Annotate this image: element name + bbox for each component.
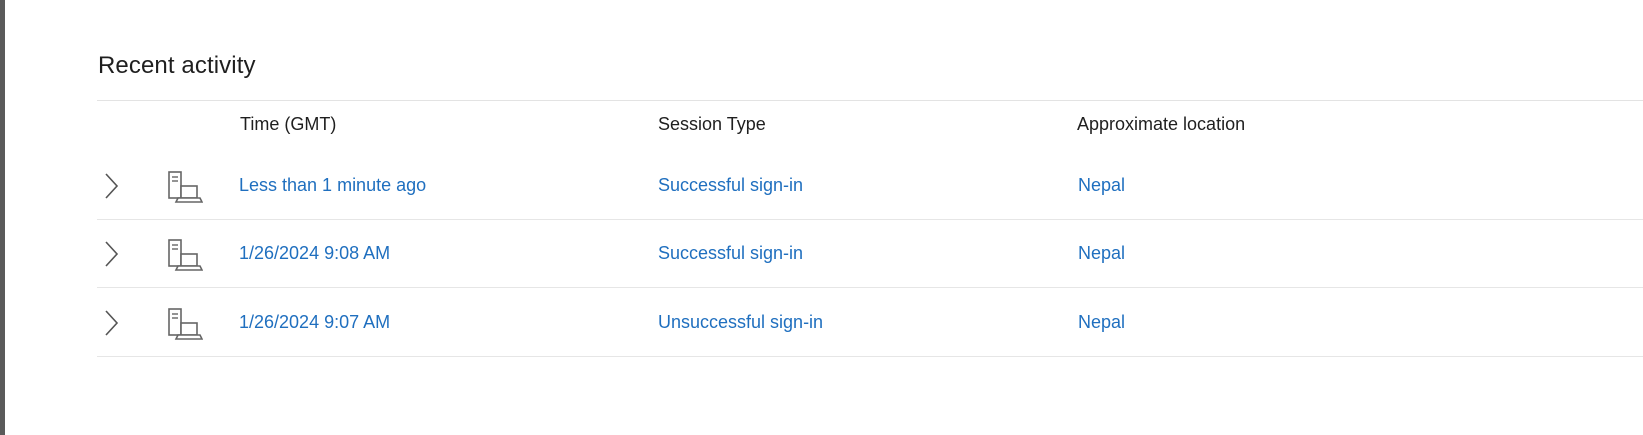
session-type-link[interactable]: Unsuccessful sign-in: [658, 312, 823, 333]
time-link[interactable]: 1/26/2024 9:08 AM: [239, 243, 390, 264]
location-link[interactable]: Nepal: [1078, 243, 1125, 264]
title-divider: [97, 100, 1643, 101]
window-left-edge: [0, 0, 5, 435]
activity-row[interactable]: 1/26/2024 9:08 AM Successful sign-in Nep…: [97, 219, 1643, 288]
devices-icon: [168, 171, 203, 203]
header-location: Approximate location: [1077, 114, 1246, 134]
time-link[interactable]: Less than 1 minute ago: [239, 175, 426, 196]
activity-row[interactable]: 1/26/2024 9:07 AM Unsuccessful sign-in N…: [97, 288, 1643, 357]
header-session-type: Session Type: [658, 114, 766, 134]
chevron-right-icon[interactable]: [101, 308, 121, 338]
location-link[interactable]: Nepal: [1078, 312, 1125, 333]
activity-row[interactable]: Less than 1 minute ago Successful sign-i…: [97, 151, 1643, 220]
session-type-link[interactable]: Successful sign-in: [658, 175, 803, 196]
header-time: Time (GMT): [240, 114, 337, 134]
section-title: Recent activity: [98, 52, 256, 79]
session-type-link[interactable]: Successful sign-in: [658, 243, 803, 264]
recent-activity-page: Recent activity Time (GMT) Session Type …: [0, 0, 1643, 435]
chevron-right-icon[interactable]: [101, 171, 121, 201]
devices-icon: [168, 239, 203, 271]
location-link[interactable]: Nepal: [1078, 175, 1125, 196]
chevron-right-icon[interactable]: [101, 239, 121, 269]
table-header: Time (GMT) Session Type Approximate loca…: [0, 114, 1643, 138]
devices-icon: [168, 308, 203, 340]
time-link[interactable]: 1/26/2024 9:07 AM: [239, 312, 390, 333]
